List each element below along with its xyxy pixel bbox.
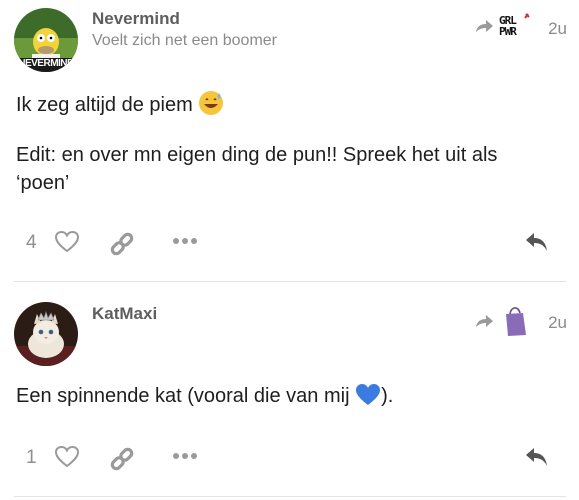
- avatar-label: NEVERMIND: [18, 58, 74, 69]
- post-actions: 1: [0, 443, 579, 477]
- reply-to-arrow-icon[interactable]: [474, 19, 494, 35]
- post-paragraph: Een spinnende kat (vooral die van mij ).: [16, 382, 556, 410]
- reply-icon[interactable]: [524, 231, 550, 253]
- more-options-icon[interactable]: [172, 452, 198, 460]
- divider: [14, 281, 566, 282]
- heart-icon[interactable]: [54, 445, 80, 469]
- divider: [14, 496, 566, 497]
- post-time[interactable]: 2u: [548, 19, 567, 39]
- post-text: Edit: en over mn eigen ding de pun!! Spr…: [16, 144, 498, 166]
- post-time[interactable]: 2u: [548, 313, 567, 333]
- reply-to-arrow-icon[interactable]: [474, 314, 494, 330]
- grinning-sweat-emoji-icon: [199, 91, 224, 115]
- post-text: Ik zeg altijd de piem: [16, 94, 193, 116]
- flair-label: GRL PWR: [499, 14, 517, 38]
- flair-badge: GRL PWR: [499, 12, 533, 42]
- heart-icon[interactable]: [54, 230, 80, 254]
- post-actions: 4: [0, 228, 579, 262]
- username[interactable]: KatMaxi: [92, 304, 157, 324]
- username[interactable]: Nevermind: [92, 9, 180, 29]
- like-count[interactable]: 4: [26, 232, 37, 254]
- avatar[interactable]: NEVERMIND: [14, 8, 78, 72]
- post-paragraph: Ik zeg altijd de piem: [16, 90, 556, 119]
- link-icon[interactable]: [108, 230, 136, 258]
- post-text: ‘poen’: [16, 172, 70, 194]
- blue-heart-emoji-icon: [356, 384, 381, 405]
- tote-bag-flair-icon: [506, 307, 526, 336]
- more-options-icon[interactable]: [172, 237, 198, 245]
- link-icon[interactable]: [108, 445, 136, 473]
- user-title: Voelt zich net een boomer: [92, 32, 278, 49]
- avatar[interactable]: [14, 302, 78, 366]
- post-text: ).: [381, 385, 394, 407]
- like-count[interactable]: 1: [26, 447, 37, 469]
- reply-icon[interactable]: [524, 446, 550, 468]
- post-text: Een spinnende kat (vooral die van mij: [16, 385, 350, 407]
- post-paragraph: Edit: en over mn eigen ding de pun!! Spr…: [16, 141, 556, 197]
